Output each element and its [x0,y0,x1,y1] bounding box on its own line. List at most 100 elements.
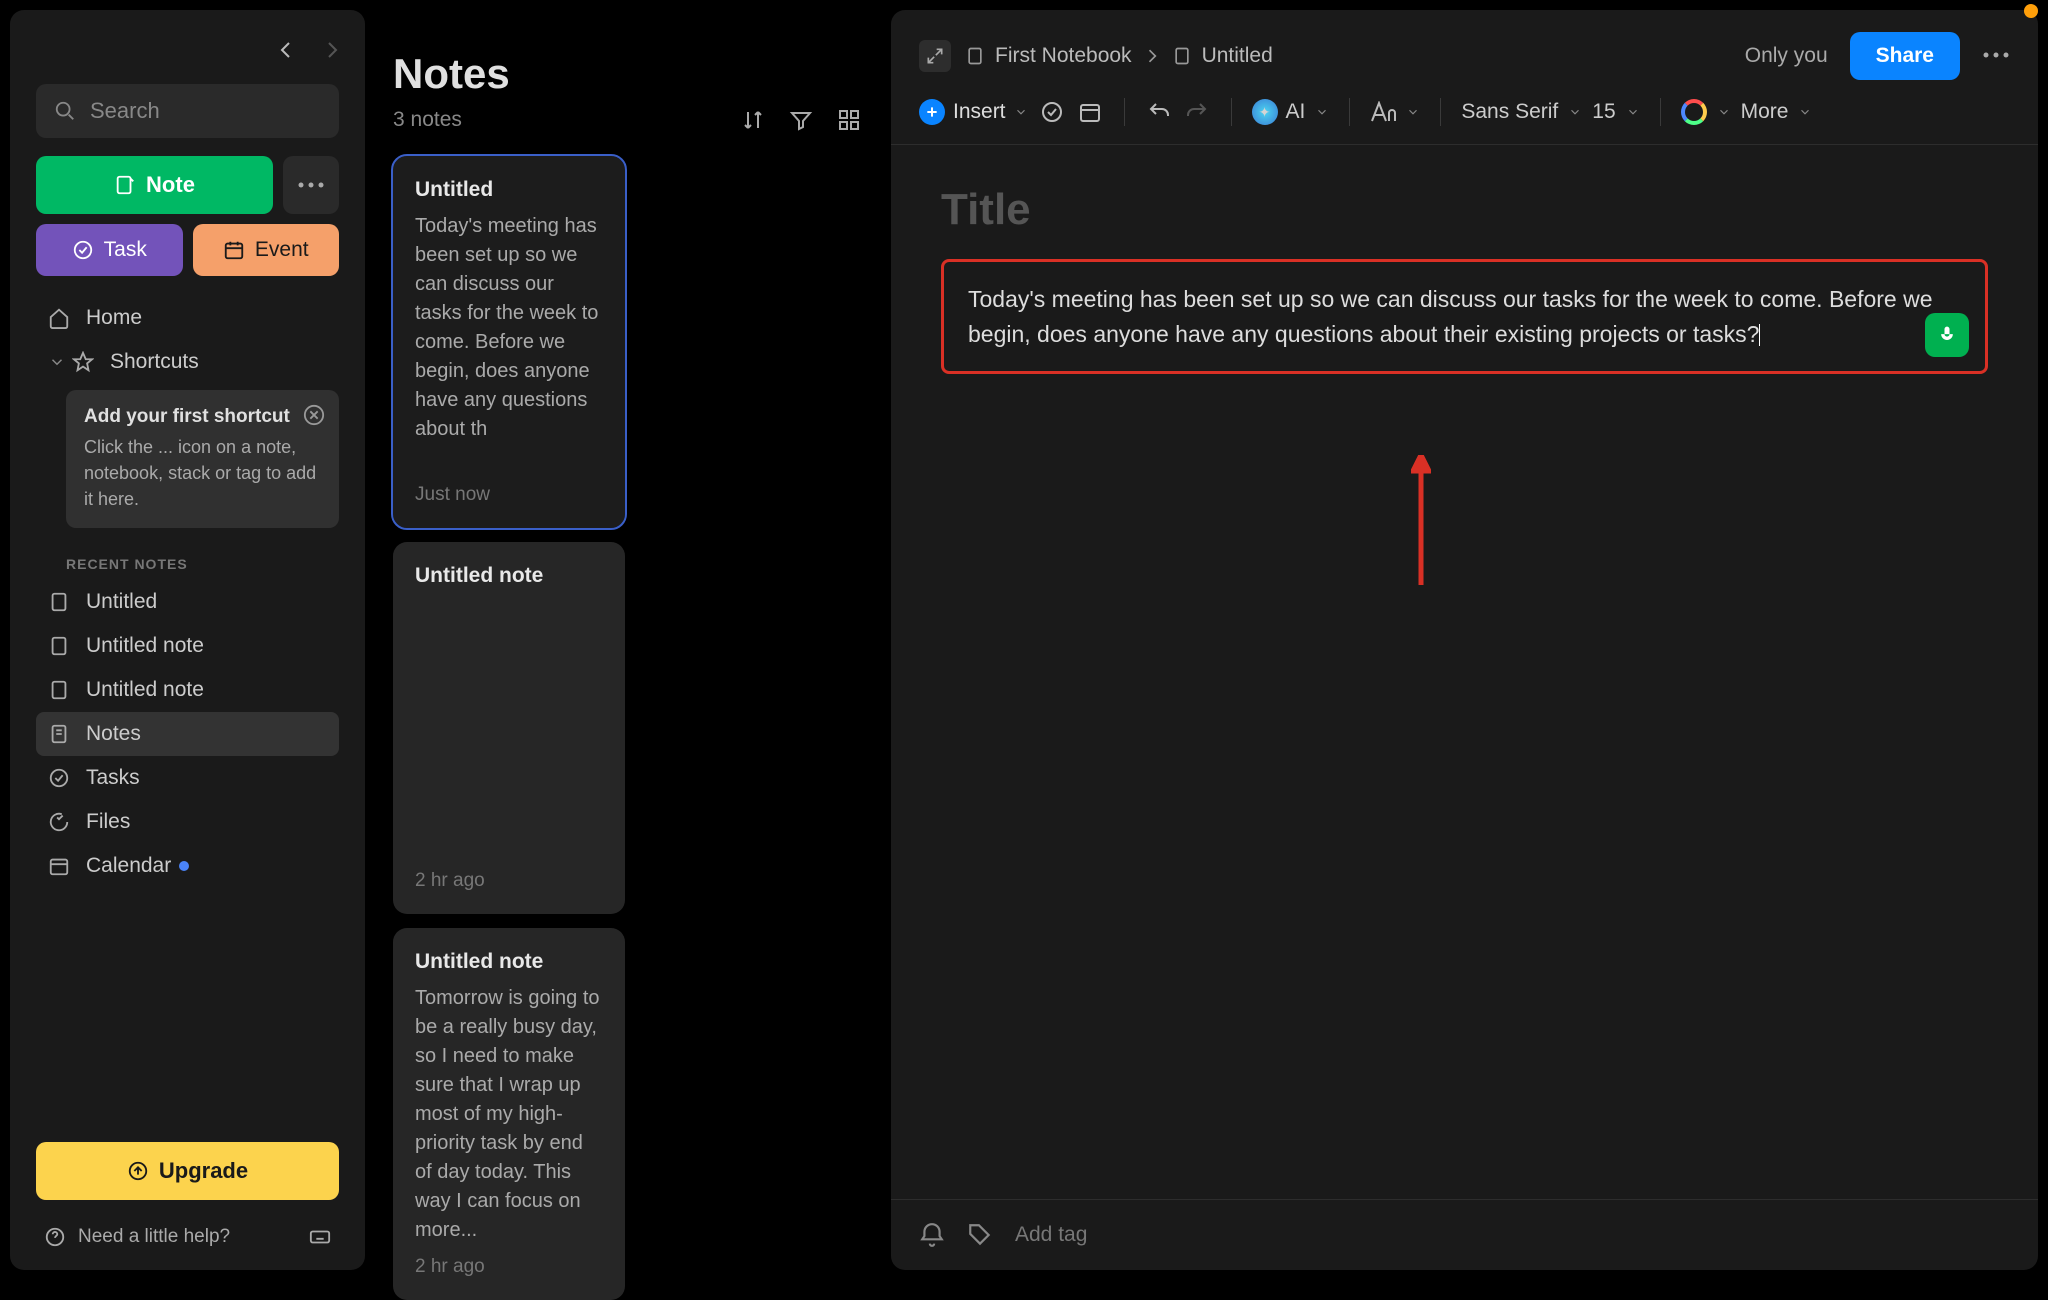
help-label[interactable]: Need a little help? [78,1226,230,1248]
ai-avatar-icon: ✦ [1252,99,1278,125]
shortcut-tip-close[interactable] [303,404,325,426]
undo-icon[interactable] [1145,98,1173,126]
nav-calendar-label: Calendar [86,854,171,878]
notes-heading: Notes [393,50,863,98]
font-size-select[interactable]: 15 [1592,100,1639,124]
new-note-label: Note [146,172,195,198]
breadcrumb-note[interactable]: Untitled [1202,44,1273,68]
chevron-down-icon [1798,105,1812,119]
event-calendar-icon [223,239,245,261]
ai-button[interactable]: ✦ AI [1252,99,1330,125]
note-card-body: Tomorrow is going to be a really busy da… [415,984,603,1246]
chevron-down-icon [1406,105,1420,119]
new-task-label: Task [104,238,147,262]
upgrade-button[interactable]: Upgrade [36,1142,339,1200]
tag-icon[interactable] [967,1222,993,1248]
chevron-down-icon [48,353,66,371]
note-card-body [415,598,603,860]
more-horizontal-icon [297,180,325,190]
toolbar-separator [1124,98,1125,126]
note-card-body: Today's meeting has been set up so we ca… [415,212,603,474]
note-card-0[interactable]: Untitled Today's meeting has been set up… [393,156,625,528]
note-icon [48,679,70,701]
dictation-highlight-box: Today's meeting has been set up so we ca… [941,259,1988,374]
chevron-down-icon [1717,105,1731,119]
share-button[interactable]: Share [1850,32,1960,80]
plus-icon [919,99,945,125]
toolbar-separator [1660,98,1661,126]
nav-shortcuts[interactable]: Shortcuts [36,340,339,384]
editor-more-button[interactable] [1982,47,2010,65]
editor-body[interactable]: Title Today's meeting has been set up so… [891,145,2038,1199]
new-note-more-button[interactable] [283,156,339,214]
editor-toolbar: Insert ✦ AI Sans Serif [891,98,2038,145]
recent-note-0-label: Untitled [86,590,157,614]
recent-note-0[interactable]: Untitled [36,580,339,624]
font-family-select[interactable]: Sans Serif [1461,100,1582,124]
font-family-label: Sans Serif [1461,100,1558,124]
note-body-text[interactable]: Today's meeting has been set up so we ca… [968,286,1933,347]
recent-note-2[interactable]: Untitled note [36,668,339,712]
new-note-button[interactable]: Note [36,156,273,214]
notebook-icon [965,46,985,66]
note-card-time: 2 hr ago [415,1256,603,1278]
calendar-insert-icon[interactable] [1076,98,1104,126]
note-card-2[interactable]: Untitled note Tomorrow is going to be a … [393,928,625,1300]
new-event-button[interactable]: Event [193,224,340,276]
filter-icon[interactable] [787,106,815,134]
more-format-button[interactable]: More [1741,100,1813,124]
nav-files[interactable]: Files [36,800,339,844]
nav-home[interactable]: Home [36,296,339,340]
shortcut-tip-card: Add your first shortcut Click the ... ic… [66,390,339,528]
nav-calendar[interactable]: Calendar [36,844,339,888]
recent-note-2-label: Untitled note [86,678,204,702]
note-card-time: Just now [415,484,603,506]
note-card-time: 2 hr ago [415,870,603,892]
tasks-icon [48,767,70,789]
sort-icon[interactable] [739,106,767,134]
note-plus-icon [114,174,136,196]
nav-notes[interactable]: Notes [36,712,339,756]
chevron-down-icon [1568,105,1582,119]
task-icon[interactable] [1038,98,1066,126]
note-card-1[interactable]: Untitled note 2 hr ago [393,542,625,914]
note-card-title: Untitled [415,178,603,202]
editor-footer: Add tag [891,1199,2038,1270]
note-icon [48,635,70,657]
note-card-title: Untitled note [415,564,603,588]
insert-label: Insert [953,100,1006,124]
view-grid-icon[interactable] [835,106,863,134]
color-ring-icon [1681,99,1707,125]
task-check-icon [72,239,94,261]
chevron-right-icon [1142,46,1162,66]
nav-home-label: Home [86,306,142,330]
nav-back-icon[interactable] [272,36,300,64]
note-title-placeholder[interactable]: Title [941,185,1988,235]
insert-button[interactable]: Insert [919,99,1028,125]
only-you-label: Only you [1745,44,1828,68]
recent-note-1[interactable]: Untitled note [36,624,339,668]
home-icon [48,307,70,329]
editor-pane: First Notebook Untitled Only you Share I… [891,10,2038,1270]
add-tag-label[interactable]: Add tag [1015,1223,1087,1247]
dictation-mic-button[interactable] [1925,313,1969,357]
annotation-arrow [1411,455,1431,585]
new-task-button[interactable]: Task [36,224,183,276]
chevron-down-icon [1626,105,1640,119]
upgrade-label: Upgrade [159,1158,248,1184]
search-input[interactable]: Search [36,84,339,138]
note-icon [48,591,70,613]
nav-tasks[interactable]: Tasks [36,756,339,800]
breadcrumb-notebook[interactable]: First Notebook [995,44,1132,68]
expand-note-button[interactable] [919,40,951,72]
search-icon [54,100,76,122]
text-style-button[interactable] [1370,101,1420,123]
text-color-button[interactable] [1681,99,1731,125]
keyboard-icon[interactable] [309,1226,331,1248]
text-cursor [1759,324,1760,346]
notes-pane: Notes 3 notes Untitled Today's meeting h… [373,10,883,1270]
calendar-icon [48,855,70,877]
nav-shortcuts-label: Shortcuts [110,350,199,374]
reminder-icon[interactable] [919,1222,945,1248]
nav-tasks-label: Tasks [86,766,140,790]
